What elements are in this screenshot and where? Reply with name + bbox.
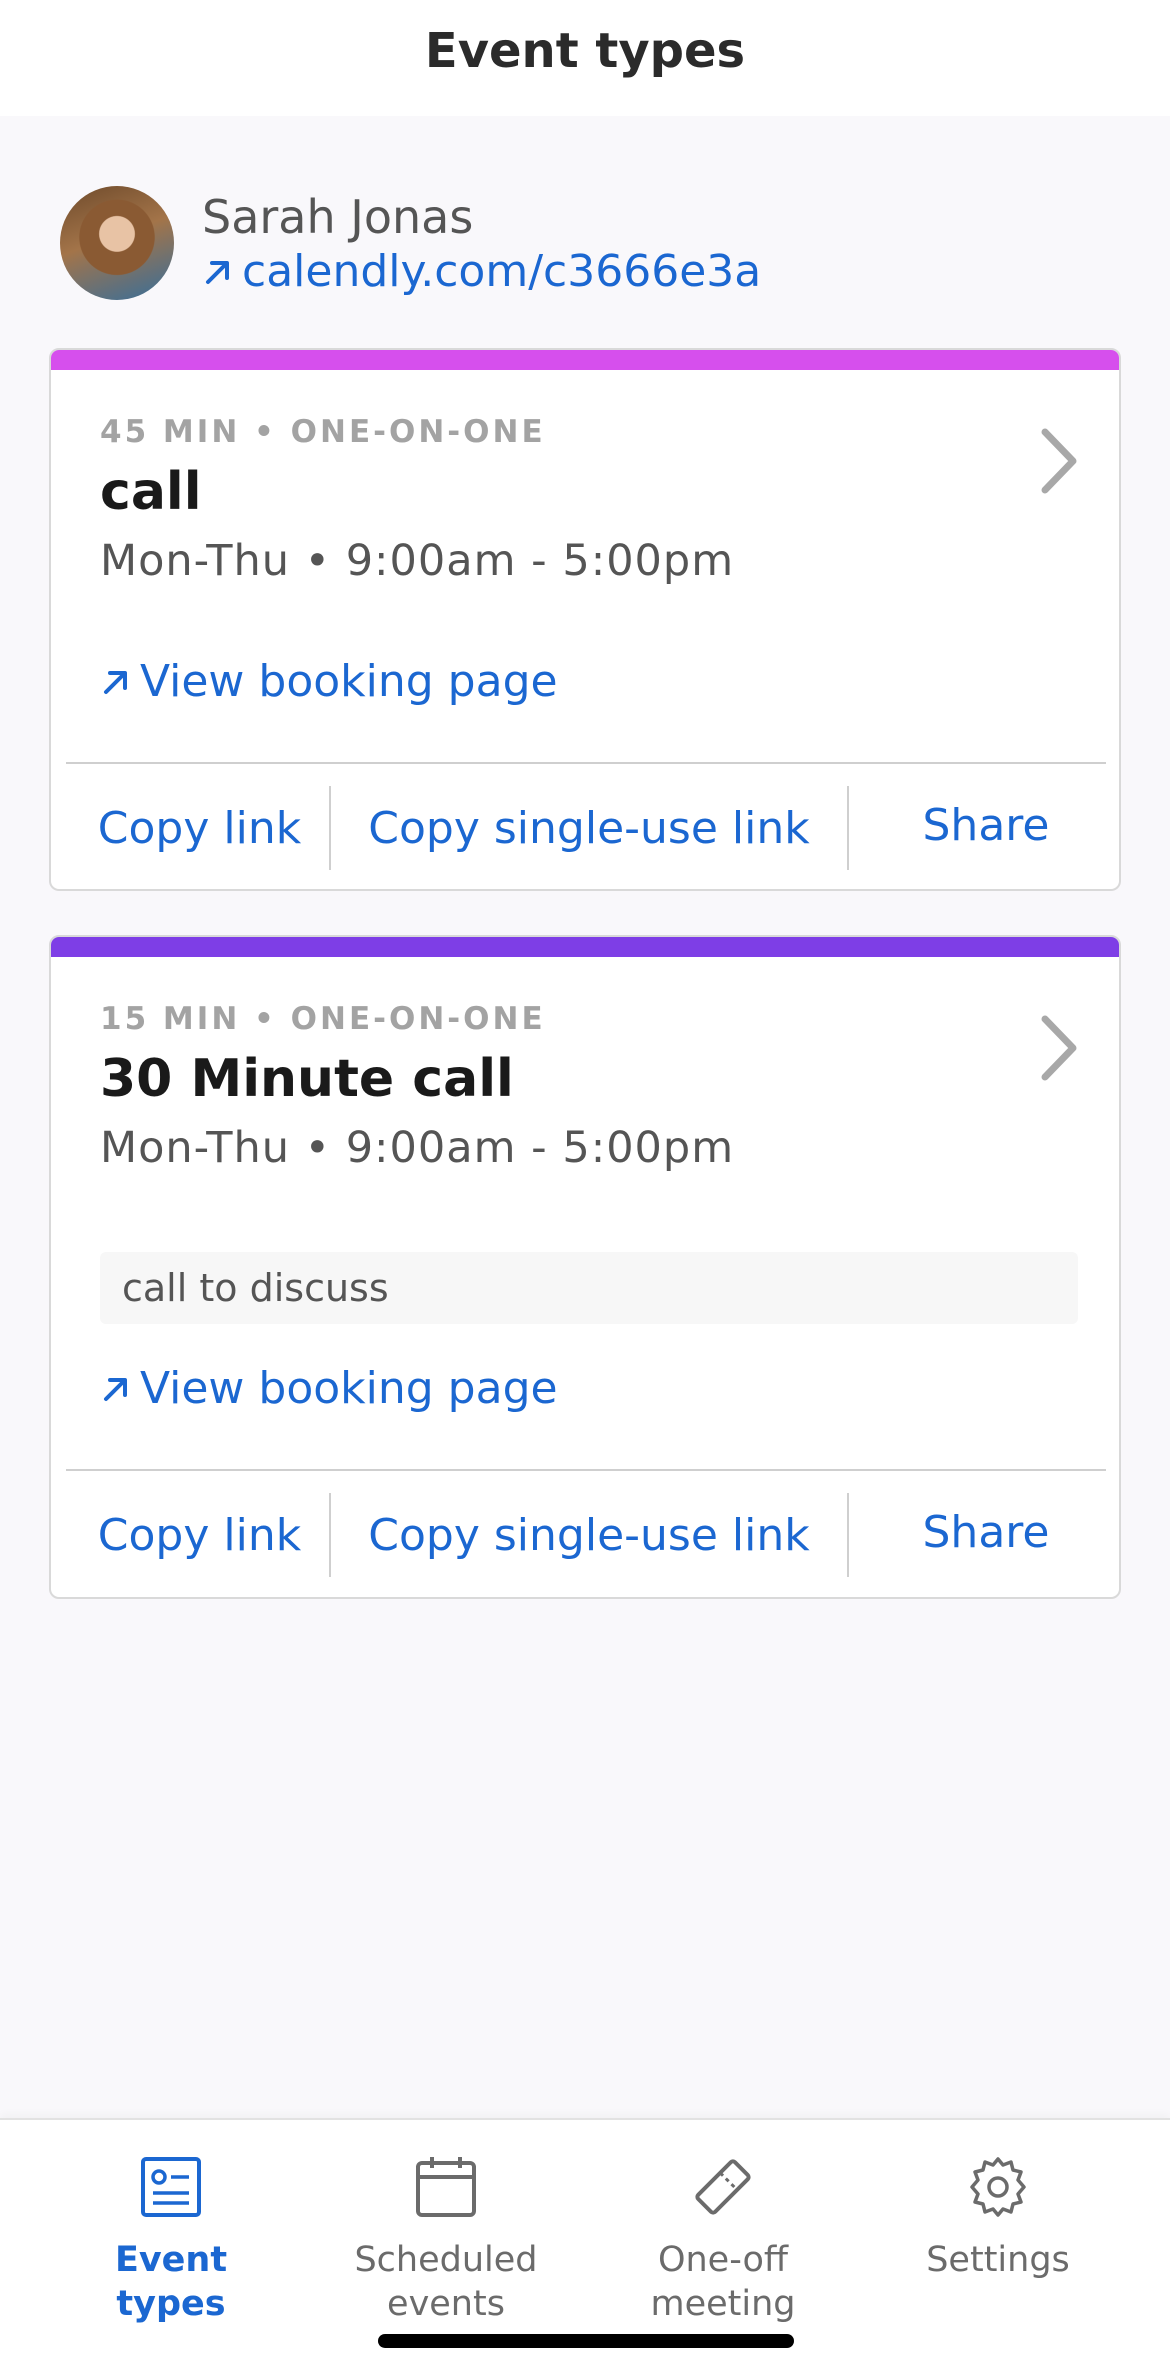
copy-single-use-link-button[interactable]: Copy single-use link (331, 764, 847, 889)
event-description: call to discuss (100, 1252, 1078, 1324)
tab-settings[interactable]: Settings (883, 2150, 1113, 2282)
calendar-icon (416, 2157, 476, 2217)
card-actions: Copy link Copy single-use link Share (51, 764, 1119, 889)
event-hours: Mon-Thu • 9:00am - 5:00pm (100, 1123, 735, 1173)
view-booking-page-link[interactable]: View booking page (100, 1363, 558, 1414)
ticket-icon (695, 2159, 751, 2215)
home-indicator (378, 2334, 794, 2348)
avatar[interactable] (60, 186, 174, 300)
profile-section: Sarah Jonas calendly.com/c3666e3a (60, 186, 1110, 302)
event-type-card[interactable]: 15 MIN • ONE-ON-ONE 30 Minute call Mon-T… (49, 935, 1121, 1599)
external-arrow-icon (104, 1377, 127, 1401)
view-booking-page-link[interactable]: View booking page (100, 656, 558, 707)
share-button[interactable]: Share (849, 764, 1119, 889)
copy-link-button[interactable]: Copy link (51, 764, 348, 889)
card-color-stripe (51, 350, 1119, 370)
profile-link-text: calendly.com/c3666e3a (242, 246, 762, 297)
tab-label: Scheduled events (354, 2240, 538, 2324)
event-type-card[interactable]: 45 MIN • ONE-ON-ONE call Mon-Thu • 9:00a… (49, 348, 1121, 891)
event-types-icon (141, 2157, 201, 2217)
card-actions: Copy link Copy single-use link Share (51, 1471, 1119, 1597)
chevron-right-icon[interactable] (1039, 428, 1079, 494)
tab-scheduled-events[interactable]: Scheduled events (331, 2150, 561, 2326)
copy-single-use-link-button[interactable]: Copy single-use link (331, 1471, 847, 1597)
copy-link-button[interactable]: Copy link (51, 1471, 348, 1597)
tab-label: One-off meeting (650, 2240, 796, 2324)
event-meta: 15 MIN • ONE-ON-ONE (100, 1001, 546, 1037)
view-booking-page-label: View booking page (140, 656, 558, 707)
view-booking-page-label: View booking page (140, 1363, 558, 1414)
chevron-right-icon[interactable] (1039, 1015, 1079, 1081)
event-title: 30 Minute call (100, 1049, 514, 1109)
page-title: Event types (424, 23, 746, 79)
tab-one-off-meeting[interactable]: One-off meeting (608, 2150, 838, 2326)
profile-name: Sarah Jonas (202, 190, 474, 244)
event-title: call (100, 462, 202, 522)
external-arrow-icon (206, 260, 229, 284)
gear-icon (970, 2157, 1026, 2217)
share-button[interactable]: Share (849, 1471, 1119, 1597)
top-header: Event types (0, 0, 1170, 116)
tab-event-types[interactable]: Event types (56, 2150, 286, 2326)
external-arrow-icon (104, 670, 127, 694)
tab-label: Settings (926, 2240, 1070, 2280)
profile-link[interactable]: calendly.com/c3666e3a (202, 246, 761, 297)
event-meta: 45 MIN • ONE-ON-ONE (100, 414, 546, 450)
card-color-stripe (51, 937, 1119, 957)
event-hours: Mon-Thu • 9:00am - 5:00pm (100, 536, 735, 586)
tab-label: Event types (114, 2240, 228, 2324)
